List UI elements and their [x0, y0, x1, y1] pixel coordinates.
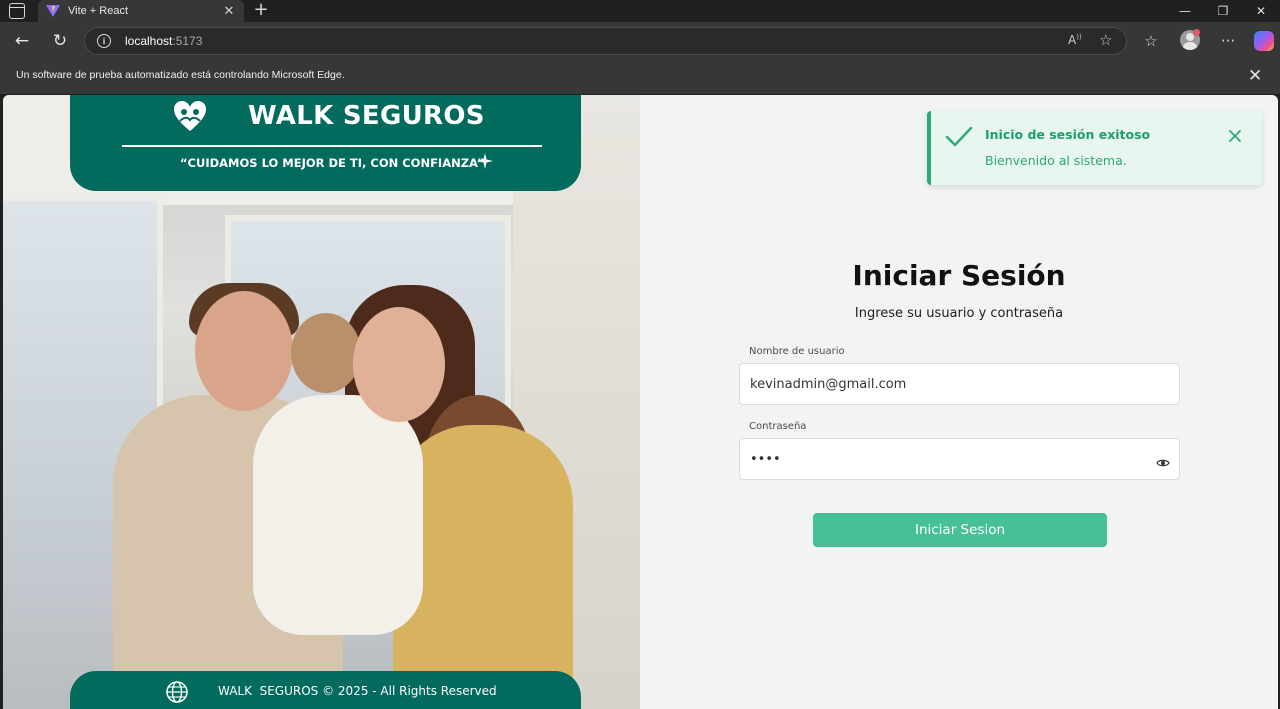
automation-infobar: Un software de prueba automatizado está …	[0, 60, 1280, 94]
read-aloud-icon[interactable]: A))	[1068, 33, 1082, 47]
globe-icon	[166, 681, 188, 703]
username-label: Nombre de usuario	[749, 346, 845, 357]
address-bar: ← ↻ i localhost:5173 A)) ☆ ☆ ···	[0, 22, 1280, 60]
family-photo-shape	[253, 395, 423, 635]
url-port: :5173	[172, 34, 203, 48]
success-toast: Inicio de sesión exitoso Bienvenido al s…	[927, 111, 1262, 185]
restore-icon[interactable]: ❐	[1204, 0, 1242, 22]
favorites-icon[interactable]: ☆	[1141, 31, 1161, 51]
infobar-text: Un software de prueba automatizado está …	[16, 69, 345, 81]
family-photo-shape	[291, 313, 361, 393]
sidebar-toggle-icon[interactable]	[9, 3, 25, 19]
tab-vite-react[interactable]: Vite + React ✕	[38, 0, 244, 22]
tab-title: Vite + React	[68, 5, 129, 17]
login-submit-button[interactable]: Iniciar Sesion	[813, 513, 1107, 547]
family-photo-shape	[195, 291, 293, 411]
minimize-icon[interactable]: —	[1166, 0, 1204, 22]
username-input[interactable]	[739, 363, 1180, 405]
star-icon[interactable]: ☆	[1099, 31, 1112, 49]
family-photo-shape	[353, 307, 445, 422]
brand-name: WALK SEGUROS	[248, 101, 485, 131]
brand-divider	[122, 145, 542, 147]
more-icon[interactable]: ···	[1218, 31, 1238, 51]
brand-slogan: “CUIDAMOS LO MEJOR DE TI, CON CONFIANZA”	[180, 156, 485, 170]
sparkle-icon	[477, 153, 493, 169]
refresh-icon[interactable]: ↻	[50, 31, 70, 51]
url-bar[interactable]: i localhost:5173 A)) ☆	[84, 27, 1127, 55]
window-controls: — ❐ ✕	[1166, 0, 1280, 22]
copilot-icon[interactable]	[1254, 31, 1274, 51]
show-password-eye-icon[interactable]	[1156, 456, 1170, 470]
back-arrow-icon[interactable]: ←	[12, 31, 32, 51]
info-icon[interactable]: i	[97, 34, 111, 48]
password-input[interactable]	[739, 438, 1180, 480]
close-tab-icon[interactable]: ✕	[222, 4, 236, 19]
page-viewport: WALK SEGUROS “CUIDAMOS LO MEJOR DE TI, C…	[3, 95, 1278, 709]
toast-message: Bienvenido al sistema.	[985, 153, 1127, 168]
footer-copyright: WALK SEGUROS © 2025 - All Rights Reserve…	[218, 684, 497, 698]
window-close-icon[interactable]: ✕	[1242, 0, 1280, 22]
footer-banner: WALK SEGUROS © 2025 - All Rights Reserve…	[70, 671, 581, 709]
login-subtitle: Ingrese su usuario y contraseña	[854, 306, 1064, 321]
login-title: Iniciar Sesión	[852, 259, 1066, 292]
password-label: Contraseña	[749, 421, 807, 432]
hero-image: WALK SEGUROS “CUIDAMOS LO MEJOR DE TI, C…	[3, 95, 640, 709]
vite-favicon	[46, 5, 60, 17]
brand-banner: WALK SEGUROS “CUIDAMOS LO MEJOR DE TI, C…	[70, 95, 581, 191]
url-text[interactable]: localhost:5173	[125, 34, 202, 48]
toast-close-icon[interactable]	[1228, 129, 1242, 143]
tab-bar: Vite + React ✕ + — ❐ ✕	[0, 0, 1280, 22]
family-heart-logo-icon	[174, 101, 206, 131]
profile-notification-dot	[1193, 29, 1200, 36]
checkmark-icon	[945, 126, 973, 147]
infobar-close-icon[interactable]: ✕	[1248, 66, 1262, 86]
url-host: localhost	[125, 34, 173, 48]
new-tab-plus-icon[interactable]: +	[252, 0, 270, 20]
toast-title: Inicio de sesión exitoso	[985, 127, 1151, 142]
